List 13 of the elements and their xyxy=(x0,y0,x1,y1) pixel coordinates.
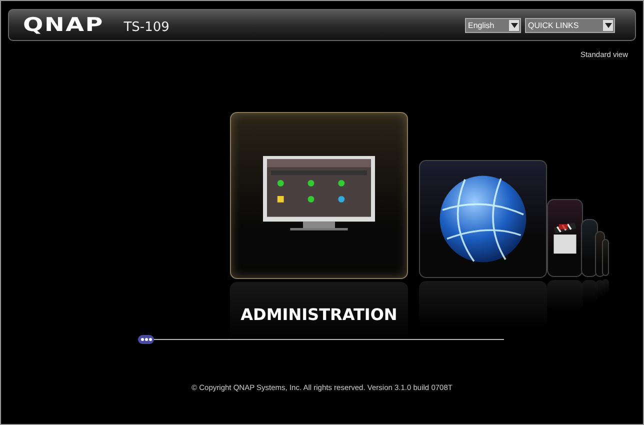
language-select[interactable]: English xyxy=(465,18,521,32)
globe-icon xyxy=(438,174,528,264)
model-name: TS-109 xyxy=(124,20,170,34)
logo: QNAP xyxy=(23,14,104,36)
carousel-caption: ADMINISTRATION xyxy=(240,305,398,324)
carousel-card[interactable] xyxy=(547,199,583,277)
scroll-thumb[interactable] xyxy=(138,335,154,344)
dropdown-icon xyxy=(603,20,613,30)
carousel-card[interactable] xyxy=(419,160,547,278)
quick-links-select[interactable]: QUICK LINKS xyxy=(525,18,615,32)
dropdown-icon xyxy=(509,20,519,30)
clapperboard-icon xyxy=(552,220,578,256)
carousel-card[interactable] xyxy=(230,112,408,279)
